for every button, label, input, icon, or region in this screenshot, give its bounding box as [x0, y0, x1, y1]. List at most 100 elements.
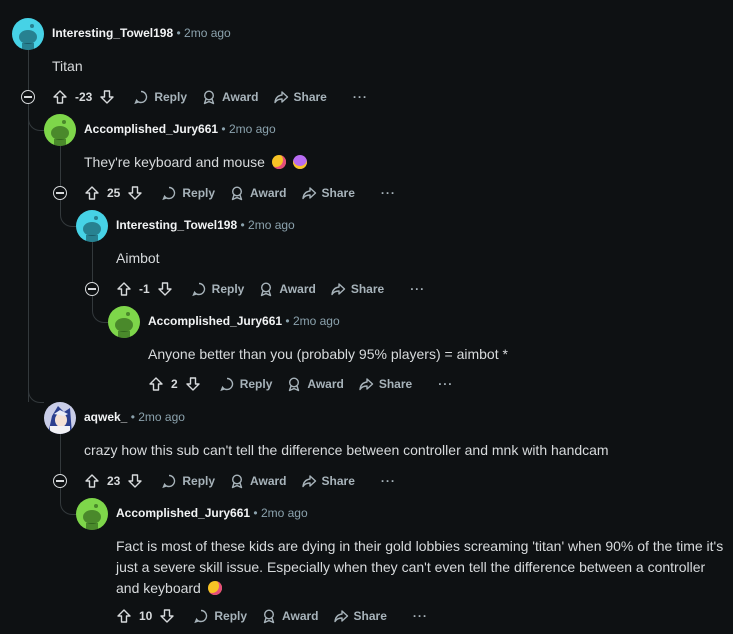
snoo-green-avatar-icon	[108, 306, 140, 338]
timestamp: • 2mo ago	[130, 410, 185, 424]
comment-body: Aimbot	[116, 250, 160, 266]
award-icon	[258, 281, 274, 297]
rofl-emoji-icon	[271, 155, 286, 169]
more-options-button[interactable]: ···	[438, 377, 453, 391]
comment-actions: -23 Reply Award Share ···	[52, 87, 368, 107]
username[interactable]: Accomplished_Jury661	[84, 122, 218, 136]
more-options-button[interactable]: ···	[381, 474, 396, 488]
downvote-icon[interactable]	[127, 473, 143, 489]
timestamp: • 2mo ago	[253, 506, 308, 520]
avatar[interactable]	[76, 210, 108, 242]
avatar[interactable]	[12, 18, 44, 50]
comment-header: Accomplished_Jury661 • 2mo ago	[148, 314, 340, 328]
share-icon	[358, 376, 374, 392]
comment-actions: 2 Reply Award Share ···	[148, 374, 453, 394]
share-button[interactable]: Share	[301, 473, 355, 489]
thread-branch-5	[28, 388, 44, 403]
collapse-thread-button[interactable]	[53, 186, 67, 200]
downvote-icon[interactable]	[157, 281, 173, 297]
avatar[interactable]	[108, 306, 140, 338]
share-icon	[333, 608, 349, 624]
reply-icon	[161, 185, 177, 201]
reply-icon	[193, 608, 209, 624]
vote-count: -23	[75, 90, 93, 104]
username[interactable]: Accomplished_Jury661	[116, 506, 250, 520]
username[interactable]: Interesting_Towel198	[116, 218, 237, 232]
thread-line-3	[92, 242, 93, 308]
vote-count: 10	[139, 609, 153, 623]
timestamp: • 2mo ago	[285, 314, 340, 328]
share-icon	[301, 185, 317, 201]
snoo-green-avatar-icon	[44, 114, 76, 146]
avatar[interactable]	[44, 114, 76, 146]
collapse-thread-button[interactable]	[21, 90, 35, 104]
downvote-icon[interactable]	[127, 185, 143, 201]
comment-actions: 23 Reply Award Share ···	[84, 471, 396, 491]
thread-branch-4	[92, 308, 108, 323]
comment-body: They're keyboard and mouse	[84, 152, 307, 173]
award-button[interactable]: Award	[286, 376, 344, 392]
avatar[interactable]	[76, 498, 108, 530]
share-icon	[273, 89, 289, 105]
award-button[interactable]: Award	[258, 281, 316, 297]
award-button[interactable]: Award	[261, 608, 319, 624]
reply-button[interactable]: Reply	[161, 473, 215, 489]
username[interactable]: Accomplished_Jury661	[148, 314, 282, 328]
upvote-icon[interactable]	[148, 376, 164, 392]
share-icon	[301, 473, 317, 489]
reply-button[interactable]: Reply	[191, 281, 244, 297]
award-button[interactable]: Award	[229, 185, 287, 201]
comment-header: Accomplished_Jury661 • 2mo ago	[116, 506, 308, 520]
upvote-icon[interactable]	[52, 89, 68, 105]
share-button[interactable]: Share	[333, 608, 387, 624]
award-button[interactable]: Award	[201, 89, 259, 105]
award-icon	[229, 473, 245, 489]
more-options-button[interactable]: ···	[353, 90, 368, 104]
reply-icon	[161, 473, 177, 489]
share-button[interactable]: Share	[330, 281, 384, 297]
more-options-button[interactable]: ···	[381, 186, 396, 200]
reply-button[interactable]: Reply	[161, 185, 215, 201]
username[interactable]: aqwek_	[84, 410, 127, 424]
share-button[interactable]: Share	[358, 376, 412, 392]
comment-header: Interesting_Towel198 • 2mo ago	[116, 218, 295, 232]
comment-header: Interesting_Towel198 • 2mo ago	[52, 26, 231, 40]
thread-line-2	[60, 146, 61, 212]
reply-icon	[133, 89, 149, 105]
vote-count: 25	[107, 186, 121, 200]
share-button[interactable]: Share	[301, 185, 355, 201]
collapse-thread-button[interactable]	[85, 282, 99, 296]
upvote-icon[interactable]	[116, 608, 132, 624]
share-button[interactable]: Share	[273, 89, 327, 105]
username[interactable]: Interesting_Towel198	[52, 26, 173, 40]
timestamp: • 2mo ago	[240, 218, 295, 232]
vote-count: 2	[171, 377, 178, 391]
reply-button[interactable]: Reply	[193, 608, 247, 624]
more-options-button[interactable]: ···	[410, 282, 425, 296]
vote-count: 23	[107, 474, 121, 488]
reply-button[interactable]: Reply	[133, 89, 187, 105]
rofl-emoji-icon	[207, 581, 222, 595]
collapse-thread-button[interactable]	[53, 474, 67, 488]
comment-actions: -1 Reply Award Share ···	[116, 279, 425, 299]
anime-avatar-icon	[44, 402, 76, 434]
more-options-button[interactable]: ···	[413, 609, 428, 623]
downvote-icon[interactable]	[99, 89, 115, 105]
downvote-icon[interactable]	[185, 376, 201, 392]
award-icon	[201, 89, 217, 105]
reply-button[interactable]: Reply	[219, 376, 272, 392]
avatar[interactable]	[44, 402, 76, 434]
timestamp: • 2mo ago	[221, 122, 276, 136]
comment-body: Anyone better than you (probably 95% pla…	[148, 346, 508, 362]
comment-body: Titan	[52, 58, 83, 74]
reply-icon	[191, 281, 207, 297]
award-icon	[286, 376, 302, 392]
upvote-icon[interactable]	[84, 473, 100, 489]
upvote-icon[interactable]	[84, 185, 100, 201]
upvote-icon[interactable]	[116, 281, 132, 297]
downvote-icon[interactable]	[159, 608, 175, 624]
thread-branch-6	[60, 500, 76, 515]
comment-header: Accomplished_Jury661 • 2mo ago	[84, 122, 276, 136]
comment-body: crazy how this sub can't tell the differ…	[84, 442, 609, 458]
award-button[interactable]: Award	[229, 473, 287, 489]
